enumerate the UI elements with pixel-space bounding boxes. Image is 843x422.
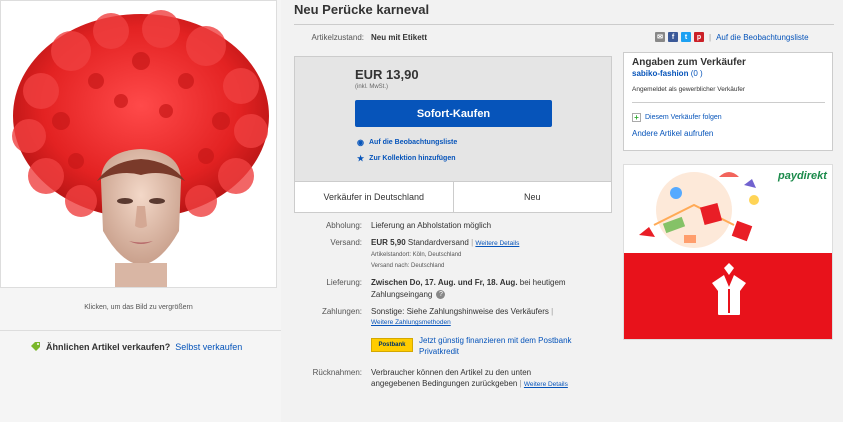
buy-now-button[interactable]: Sofort-Kaufen (355, 100, 552, 127)
postbank-financing-link[interactable]: Jetzt günstig finanzieren mit dem Postba… (419, 335, 572, 357)
returns-details-link[interactable]: Weitere Details (524, 381, 568, 388)
shipping-label: Versand: (330, 238, 362, 247)
postbank-line1: Jetzt günstig finanzieren mit dem Postba… (419, 336, 572, 345)
pickup-value: Lieferung an Abholstation möglich (371, 221, 492, 230)
pickup-label: Abholung: (325, 221, 362, 230)
other-items-link[interactable]: Andere Artikel aufrufen (632, 129, 713, 138)
advertisement[interactable] (623, 164, 833, 340)
delivery-payment-text: Zahlungseingang (371, 290, 433, 299)
delivery-suffix: bei heutigem (519, 278, 566, 287)
plus-icon: + (632, 113, 641, 122)
shipping-price: EUR 5,90 (371, 238, 406, 247)
seller-name-row: sabiko-fashion (0 ) (632, 69, 703, 78)
sell-yourself-link[interactable]: Selbst verkaufen (175, 342, 242, 352)
product-image[interactable] (0, 0, 277, 288)
collection-link-label: Zur Kollektion hinzufügen (369, 155, 456, 162)
shipping-details-link[interactable]: Weitere Details (475, 240, 519, 247)
star-icon: ★ (357, 154, 365, 163)
seller-rating-link[interactable]: (0 ) (691, 69, 703, 78)
help-icon[interactable]: ? (436, 290, 446, 299)
returns-label: Rücknahmen: (312, 368, 362, 377)
sell-similar-row: Ähnlichen Artikel verkaufen? Selbst verk… (30, 341, 242, 353)
price-note: (inkl. MwSt.) (355, 84, 388, 90)
eye-icon: ◉ (357, 138, 364, 147)
seller-name-link[interactable]: sabiko-fashion (632, 69, 688, 78)
postbank-logo: Postbank (371, 338, 413, 352)
facebook-icon[interactable]: f (668, 32, 678, 42)
divider (294, 24, 834, 25)
follow-seller-button[interactable]: + Diesem Verkäufer folgen (632, 113, 722, 122)
follow-seller-label: Diesem Verkäufer folgen (645, 114, 722, 121)
shipping-method: Standardversand (407, 238, 469, 247)
condition-label: Artikelzustand: (311, 33, 364, 42)
condition-value: Neu mit Etikett (371, 33, 428, 42)
seller-location-box: Verkäufer in Deutschland (295, 182, 454, 212)
email-icon[interactable]: ✉ (655, 32, 665, 42)
delivery-dates: Zwischen Do, 17. Aug. und Fr, 18. Aug. (371, 278, 518, 287)
payment-label: Zahlungen: (321, 307, 362, 316)
condition-box: Neu (523, 192, 541, 202)
divider (0, 330, 281, 331)
twitter-icon[interactable]: t (681, 32, 691, 42)
share-watch-link[interactable]: Auf die Beobachtungsliste (716, 33, 809, 42)
sell-question: Ähnlichen Artikel verkaufen? (46, 342, 171, 352)
payment-value: Sonstige: Siehe Zahlungshinweise des Ver… (371, 307, 549, 316)
divider (632, 102, 825, 103)
payment-row: Sonstige: Siehe Zahlungshinweise des Ver… (371, 307, 553, 316)
separator: | (709, 32, 712, 42)
shipping-row: EUR 5,90 Standardversand | Weitere Detai… (371, 238, 519, 247)
ad-graphic (624, 165, 832, 339)
returns-line1: Verbraucher können den Artikel zu den un… (371, 368, 532, 377)
seller-heading: Angaben zum Verkäufer (632, 57, 746, 68)
pinterest-icon[interactable]: p (694, 32, 704, 42)
tag-icon (31, 342, 40, 351)
seller-type: Angemeldet als gewerblicher Verkäufer (632, 86, 746, 93)
share-bar: ✉ f t p | Auf die Beobachtungsliste (655, 32, 809, 42)
add-to-watchlist-link[interactable]: ◉ Auf die Beobachtungsliste (357, 138, 457, 147)
wig-photo (12, 10, 269, 287)
ad-brand-label: paydirekt (778, 170, 827, 182)
info-boxes: Verkäufer in Deutschland Neu (295, 181, 611, 212)
separator: | (551, 307, 554, 316)
watch-link-label: Auf die Beobachtungsliste (368, 139, 458, 146)
returns-line2: angegebenen Bedingungen zurückgeben (371, 379, 518, 388)
separator: | (471, 238, 474, 247)
delivery-line2: Zahlungseingang ? (371, 290, 446, 299)
delivery-label: Lieferung: (326, 278, 362, 287)
returns-line2-row: angegebenen Bedingungen zurückgeben | We… (371, 379, 568, 388)
more-payment-link[interactable]: Weitere Zahlungsmethoden (371, 319, 451, 326)
item-location: Artikelstandort: Köln, Deutschland (371, 252, 462, 258)
image-caption: Klicken, um das Bild zu vergrößern (84, 304, 193, 311)
ships-to: Versand nach: Deutschland (371, 263, 445, 269)
delivery-line1: Zwischen Do, 17. Aug. und Fr, 18. Aug. b… (371, 278, 566, 287)
price: EUR 13,90 (355, 67, 419, 82)
page-title: Neu Perücke karneval (294, 2, 430, 17)
add-to-collection-link[interactable]: ★ Zur Kollektion hinzufügen (357, 154, 456, 163)
postbank-line2: Privatkredit (419, 347, 460, 356)
